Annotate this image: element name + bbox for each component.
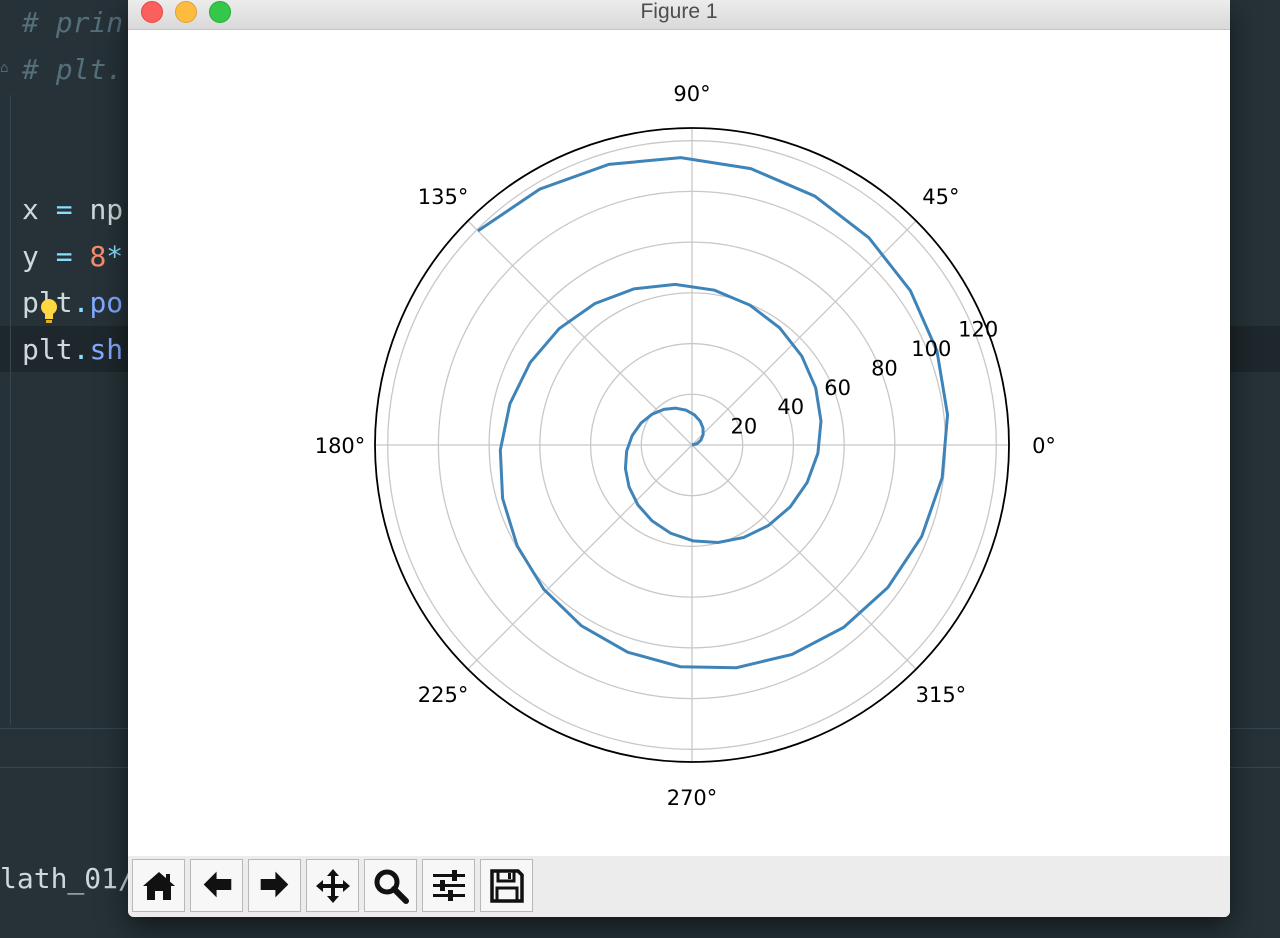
theta-tick-label: 45° [922, 185, 959, 209]
zoom-icon [374, 869, 409, 904]
window-title: Figure 1 [640, 0, 718, 23]
token-dot: . [72, 286, 90, 319]
back-arrow-icon [203, 871, 231, 897]
terminal-path: lath_01/ [0, 862, 135, 895]
code-line-4[interactable]: y = 8* [22, 240, 123, 274]
theta-tick-label: 270° [667, 786, 718, 810]
theta-tick-label: 135° [418, 185, 469, 209]
indent-guide [10, 95, 11, 725]
forward-button[interactable] [248, 859, 301, 912]
code-line-3[interactable]: x = np [22, 193, 123, 227]
theta-tick-label: 315° [916, 683, 967, 707]
token-var: y [22, 240, 39, 273]
r-tick-label: 120 [958, 318, 998, 342]
code-line-6[interactable]: plt.sh [22, 333, 123, 367]
home-icon [142, 871, 175, 900]
token-op: = [55, 240, 73, 273]
pan-icon [315, 868, 350, 903]
theta-tick-label: 225° [418, 683, 469, 707]
spiral-series-line [477, 156, 950, 670]
r-tick-label: 100 [911, 337, 951, 361]
r-tick-label: 80 [871, 356, 898, 380]
theta-gridline [691, 444, 917, 670]
token-number: 8 [89, 240, 107, 273]
forward-arrow-icon [260, 871, 288, 897]
fold-icon[interactable]: ⌂ [0, 60, 14, 78]
window-titlebar[interactable]: Figure 1 [128, 0, 1230, 30]
navigation-toolbar [128, 856, 1230, 917]
token-var: x [22, 193, 39, 226]
r-tick-label: 60 [824, 376, 851, 400]
token-op: = [55, 193, 73, 226]
code-line-2[interactable]: # plt. [22, 53, 123, 87]
save-button[interactable] [480, 859, 533, 912]
figure-canvas[interactable]: 20 40 60 80 100 120 0° 45° 90° 135° 180° 225° 270° 31… [128, 30, 1230, 856]
token-module: plt [22, 333, 73, 366]
back-button[interactable] [190, 859, 243, 912]
code-line-1[interactable]: # prin [22, 6, 123, 40]
token-text: np [89, 193, 124, 226]
home-button[interactable] [132, 859, 185, 912]
save-icon [489, 868, 524, 903]
configure-subplots-button[interactable] [422, 859, 475, 912]
token-op: * [106, 240, 124, 273]
r-tick-label: 40 [777, 395, 804, 419]
zoom-button[interactable] [364, 859, 417, 912]
token-dot: . [72, 333, 90, 366]
lightbulb-icon[interactable] [38, 296, 60, 326]
token-function: sh [89, 333, 124, 366]
theta-tick-label: 90° [673, 82, 710, 106]
theta-tick-label: 180° [315, 434, 366, 458]
theta-tick-label: 0° [1032, 434, 1056, 458]
token-function: po [89, 286, 124, 319]
polar-chart: 20 40 60 80 100 120 0° 45° 90° 135° 180° 225° 270° 31… [315, 82, 1056, 810]
configure-subplots-icon [432, 869, 465, 901]
pan-button[interactable] [306, 859, 359, 912]
r-tick-label: 20 [730, 415, 757, 439]
figure-window: Figure 1 20 40 60 80 100 120 0° 45° 90° 135° 180° 2… [128, 0, 1230, 917]
